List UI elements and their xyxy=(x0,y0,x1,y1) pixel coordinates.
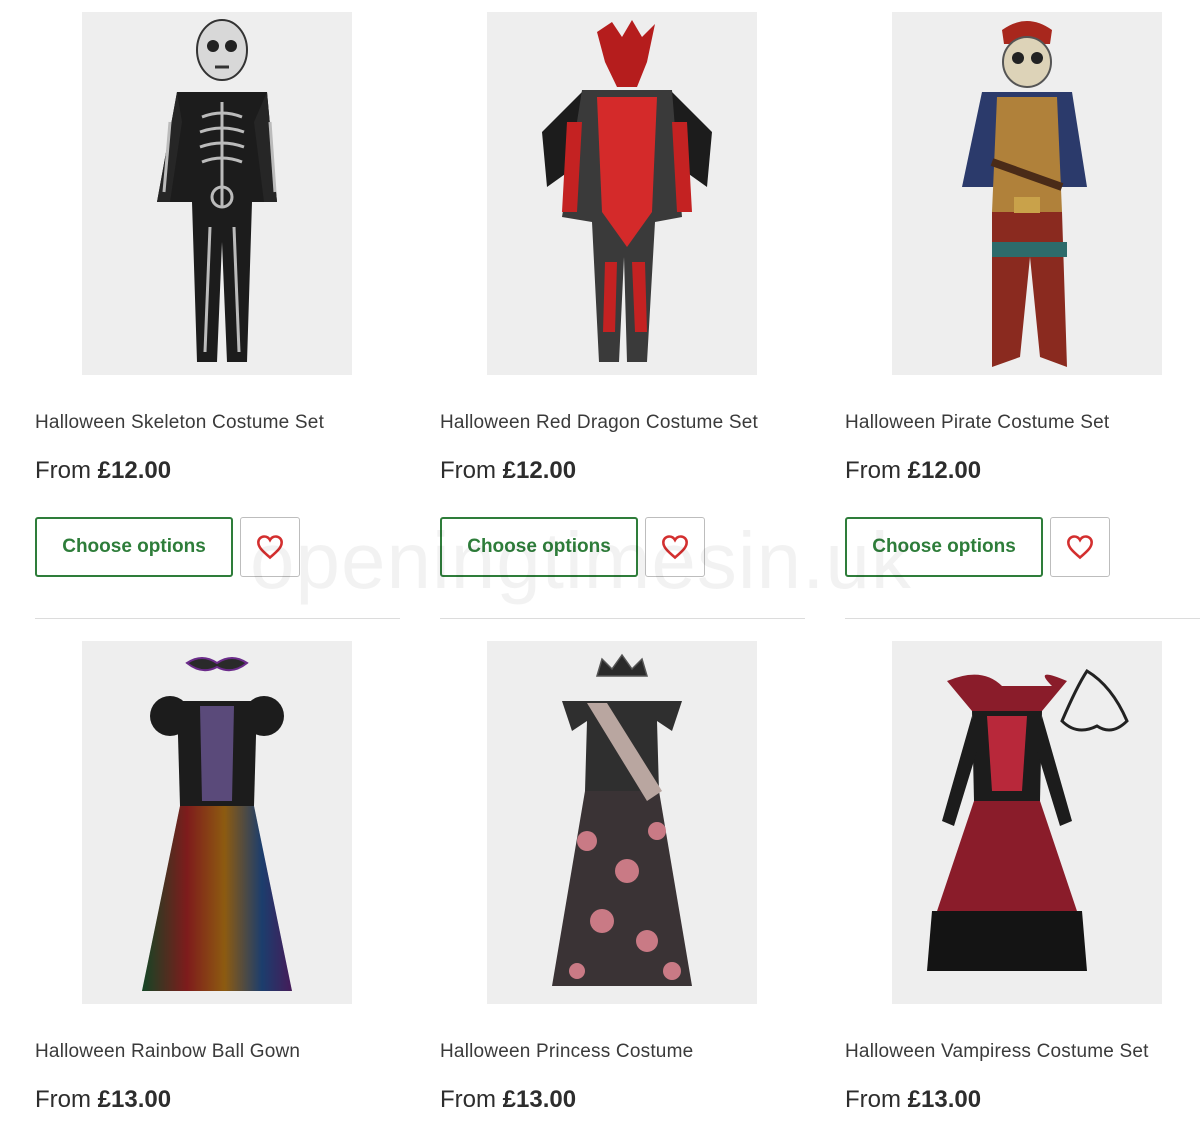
product-image[interactable] xyxy=(487,12,757,375)
product-title[interactable]: Halloween Rainbow Ball Gown xyxy=(35,1041,300,1063)
choose-options-button[interactable]: Choose options xyxy=(845,517,1043,577)
product-title[interactable]: Halloween Skeleton Costume Set xyxy=(35,412,324,434)
rainbow-gown-image xyxy=(82,641,352,1004)
wishlist-button[interactable] xyxy=(1050,517,1110,577)
product-image[interactable] xyxy=(892,12,1162,375)
heart-icon xyxy=(1067,535,1093,560)
heart-icon xyxy=(257,535,283,560)
product-price: From £13.00 xyxy=(440,1086,577,1113)
wishlist-button[interactable] xyxy=(645,517,705,577)
product-price: From £12.00 xyxy=(440,457,577,484)
product-title[interactable]: Halloween Pirate Costume Set xyxy=(845,412,1109,434)
product-title[interactable]: Halloween Princess Costume xyxy=(440,1041,693,1063)
choose-options-button[interactable]: Choose options xyxy=(35,517,233,577)
product-image[interactable] xyxy=(487,641,757,1004)
product-grid: Halloween Skeleton Costume Set From £12.… xyxy=(0,0,1200,1135)
princess-costume-image xyxy=(487,641,757,1004)
product-price: From £12.00 xyxy=(35,457,172,484)
product-image[interactable] xyxy=(82,12,352,375)
dragon-costume-image xyxy=(487,12,757,375)
pirate-costume-image xyxy=(892,12,1162,375)
card-divider xyxy=(35,618,400,619)
product-image[interactable] xyxy=(82,641,352,1004)
product-price: From £13.00 xyxy=(845,1086,982,1113)
product-title[interactable]: Halloween Vampiress Costume Set xyxy=(845,1041,1149,1063)
card-divider xyxy=(845,618,1200,619)
wishlist-button[interactable] xyxy=(240,517,300,577)
skeleton-costume-image xyxy=(82,12,352,375)
choose-options-button[interactable]: Choose options xyxy=(440,517,638,577)
card-divider xyxy=(440,618,805,619)
product-image[interactable] xyxy=(892,641,1162,1004)
product-price: From £13.00 xyxy=(35,1086,172,1113)
heart-icon xyxy=(662,535,688,560)
product-title[interactable]: Halloween Red Dragon Costume Set xyxy=(440,412,758,434)
vampiress-costume-image xyxy=(892,641,1162,1004)
product-price: From £12.00 xyxy=(845,457,982,484)
